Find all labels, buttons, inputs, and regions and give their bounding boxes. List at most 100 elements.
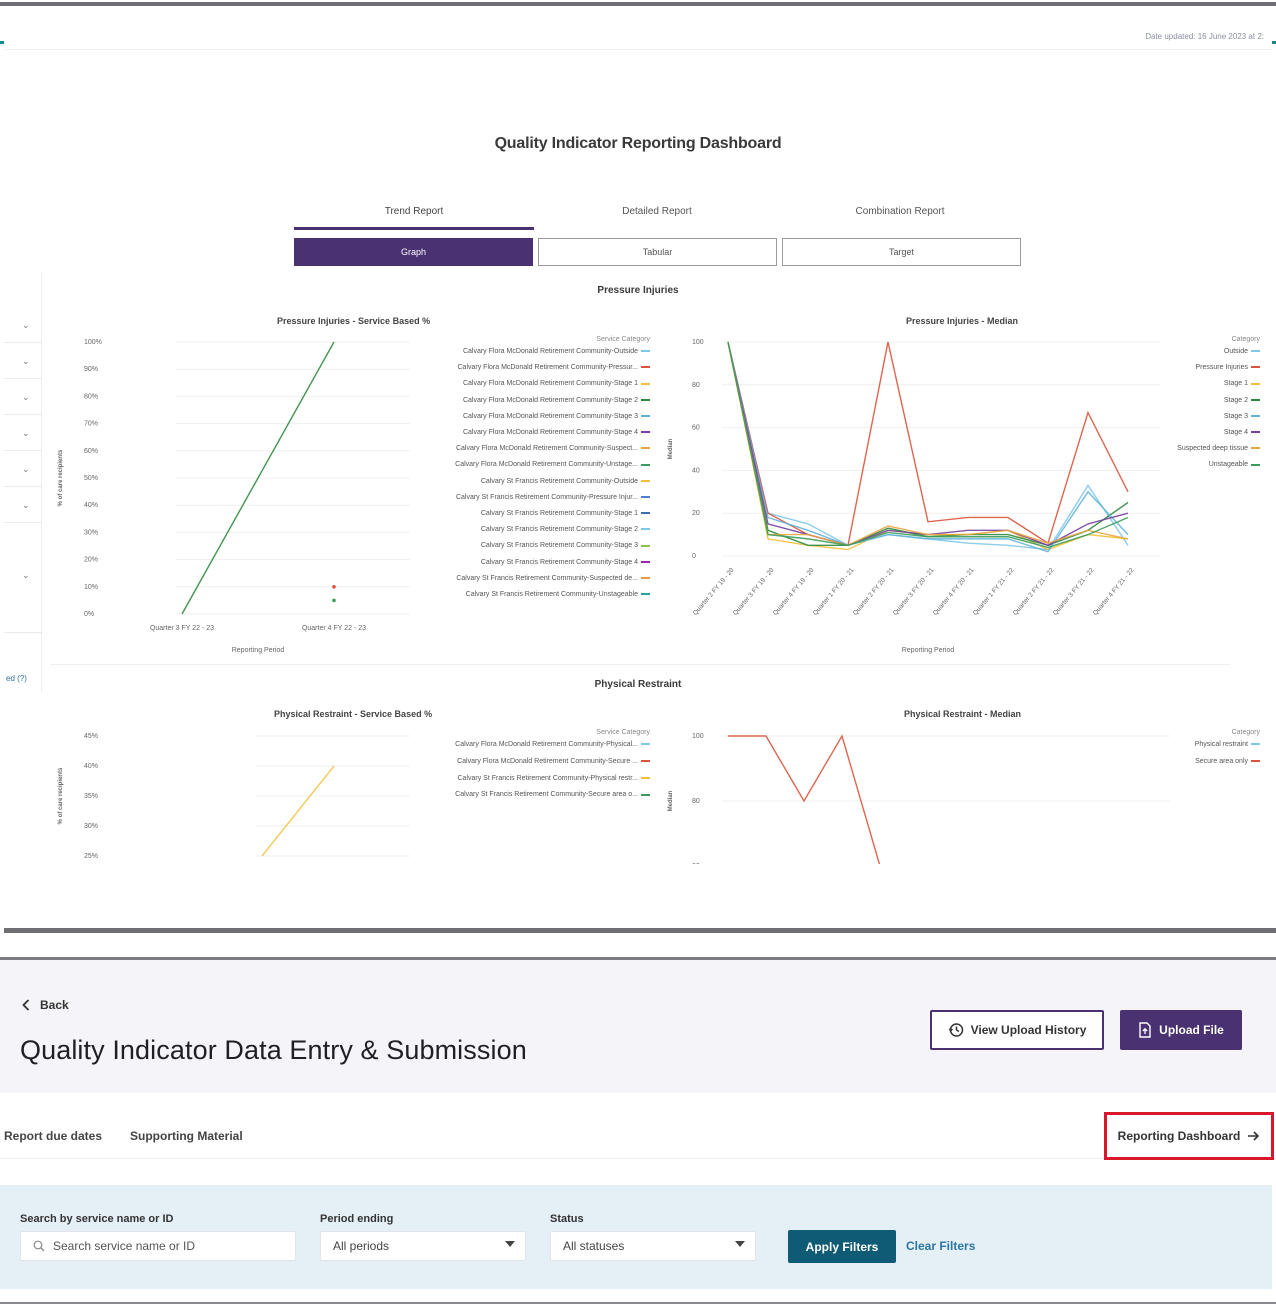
legend-label: Calvary St Francis Retirement Community-… bbox=[480, 526, 638, 534]
legend-item[interactable]: Suspected deep tissue bbox=[1177, 445, 1260, 452]
data-point bbox=[332, 598, 336, 603]
legend-item[interactable]: Calvary Flora McDonald Retirement Commun… bbox=[456, 445, 650, 452]
legend-item[interactable]: Calvary Flora McDonald Retirement Commun… bbox=[455, 461, 650, 468]
legend-item[interactable]: Calvary St Francis Retirement Community-… bbox=[481, 542, 650, 549]
toggle-tabular[interactable]: Tabular bbox=[538, 238, 777, 266]
legend-item[interactable]: Calvary Flora McDonald Retirement Commun… bbox=[463, 348, 650, 355]
divider bbox=[4, 378, 42, 379]
upload-file-button[interactable]: Upload File bbox=[1120, 1010, 1242, 1050]
caret-down-icon bbox=[735, 1241, 745, 1247]
tab-combination-report[interactable]: Combination Report bbox=[780, 200, 1020, 230]
legend-item[interactable]: Calvary Flora McDonald Retirement Commun… bbox=[463, 380, 650, 387]
legend-item[interactable]: Pressure Injuries bbox=[1195, 364, 1260, 371]
legend-item[interactable]: Stage 3 bbox=[1224, 413, 1260, 420]
chevron-down-icon[interactable]: ⌄ bbox=[22, 428, 30, 439]
legend-swatch bbox=[1251, 743, 1260, 746]
y-tick-label: 60% bbox=[84, 448, 98, 455]
tab-trend-report[interactable]: Trend Report bbox=[294, 200, 534, 230]
legend-item[interactable]: Calvary St Francis Retirement Community-… bbox=[456, 575, 650, 582]
chevron-down-icon[interactable]: ⌄ bbox=[22, 356, 30, 367]
reporting-dashboard-link[interactable]: Reporting Dashboard bbox=[1104, 1112, 1274, 1160]
legend-item[interactable]: Calvary Flora McDonald Retirement Commun… bbox=[463, 413, 650, 420]
legend-item[interactable]: Unstageable bbox=[1209, 461, 1260, 468]
toggle-graph[interactable]: Graph bbox=[294, 238, 533, 266]
series-line bbox=[727, 341, 1129, 547]
legend-label: Stage 2 bbox=[1223, 396, 1248, 404]
subnav-report-due-dates[interactable]: Report due dates bbox=[4, 1129, 102, 1143]
chevron-down-icon[interactable]: ⌄ bbox=[22, 320, 30, 331]
chevron-down-icon[interactable]: ⌄ bbox=[22, 570, 30, 581]
y-tick-label: 10% bbox=[84, 584, 98, 591]
y-axis-label: Median bbox=[668, 790, 674, 811]
subnav-supporting-material[interactable]: Supporting Material bbox=[130, 1129, 243, 1143]
legend-swatch bbox=[641, 382, 650, 385]
y-tick-label: 40% bbox=[84, 502, 98, 509]
legend-swatch bbox=[641, 793, 650, 796]
chart-title: Physical Restraint - Service Based % bbox=[274, 709, 433, 719]
chevron-down-icon[interactable]: ⌄ bbox=[22, 464, 30, 475]
legend-item[interactable]: Calvary St Francis Retirement Community-… bbox=[456, 494, 650, 501]
legend-item[interactable]: Calvary Flora McDonald Retirement Commun… bbox=[458, 364, 650, 371]
legend-swatch bbox=[641, 544, 650, 547]
legend-item[interactable]: Calvary Flora McDonald Retirement Commun… bbox=[463, 397, 650, 404]
legend-swatch bbox=[641, 512, 650, 515]
x-tick-label: Quarter 3 FY 21 - 22 bbox=[1052, 566, 1096, 616]
legend-label: Calvary St Francis Retirement Community-… bbox=[480, 477, 638, 485]
back-link[interactable]: Back bbox=[22, 998, 69, 1012]
legend-label: Calvary Flora McDonald Retirement Commun… bbox=[455, 461, 638, 469]
toggle-target[interactable]: Target bbox=[782, 238, 1021, 266]
back-label: Back bbox=[40, 998, 69, 1012]
legend-swatch bbox=[1251, 382, 1260, 385]
chevron-down-icon[interactable]: ⌄ bbox=[22, 392, 30, 403]
legend-item[interactable]: Stage 4 bbox=[1224, 429, 1260, 436]
data-entry-screenshot: Back Quality Indicator Data Entry & Subm… bbox=[0, 945, 1276, 1314]
apply-filters-button[interactable]: Apply Filters bbox=[788, 1230, 896, 1263]
legend-item[interactable]: Calvary St Francis Retirement Community-… bbox=[481, 510, 650, 517]
legend-item[interactable]: Calvary St Francis Retirement Community-… bbox=[458, 775, 650, 782]
view-upload-history-button[interactable]: View Upload History bbox=[930, 1010, 1104, 1050]
legend-label: Stage 3 bbox=[1223, 412, 1248, 420]
legend-title: Category bbox=[1231, 729, 1260, 736]
legend-item[interactable]: Calvary Flora McDonald Retirement Commun… bbox=[457, 758, 650, 765]
legend-item[interactable]: Calvary St Francis Retirement Community-… bbox=[481, 526, 650, 533]
legend-swatch bbox=[641, 431, 650, 434]
chevron-down-icon[interactable]: ⌄ bbox=[22, 500, 30, 511]
legend-title: Service Category bbox=[596, 336, 650, 343]
chart-pressure-service-based: 100% 90% 80% 70% 60% 50% 40% 30% 20% 10% 0% % of ca… bbox=[58, 339, 410, 654]
period-select[interactable]: All periods bbox=[320, 1231, 526, 1261]
y-tick-label: 40% bbox=[84, 763, 98, 770]
clear-filters-link[interactable]: Clear Filters bbox=[906, 1239, 975, 1253]
legend-item[interactable]: Calvary St Francis Retirement Community-… bbox=[455, 791, 650, 798]
y-tick-label: 100% bbox=[84, 339, 102, 346]
legend-item[interactable]: Stage 1 bbox=[1224, 380, 1260, 387]
legend-item[interactable]: Calvary St Francis Retirement Community-… bbox=[466, 591, 650, 598]
legend-item[interactable]: Physical restraint bbox=[1195, 741, 1260, 748]
y-tick-label: 60 bbox=[692, 863, 700, 864]
chart-restraint-service-based: 45% 40% 35% 30% 25% % of care recipients bbox=[58, 733, 410, 860]
legend-swatch bbox=[1251, 366, 1260, 369]
legend-item[interactable]: Calvary St Francis Retirement Community-… bbox=[481, 478, 650, 485]
period-label: Period ending bbox=[320, 1213, 394, 1225]
x-tick-label: Quarter 1 FY 21 - 22 bbox=[972, 566, 1016, 616]
legend-swatch bbox=[641, 463, 650, 466]
legend-label: Calvary St Francis Retirement Community-… bbox=[480, 558, 638, 566]
tab-detailed-report[interactable]: Detailed Report bbox=[537, 200, 777, 230]
x-axis-label: Reporting Period bbox=[232, 647, 285, 654]
legend-item[interactable]: Calvary Flora McDonald Retirement Commun… bbox=[463, 429, 650, 436]
legend-swatch bbox=[641, 479, 650, 482]
legend-item[interactable]: Outside bbox=[1224, 348, 1260, 355]
legend-item[interactable]: Calvary St Francis Retirement Community-… bbox=[481, 559, 650, 566]
legend-title: Category bbox=[1231, 336, 1260, 343]
legend-item[interactable]: Calvary Flora McDonald Retirement Commun… bbox=[455, 741, 650, 748]
divider bbox=[50, 664, 1230, 665]
file-upload-icon bbox=[1139, 1022, 1151, 1038]
search-input[interactable]: Search service name or ID bbox=[20, 1231, 296, 1261]
legend-item[interactable]: Stage 2 bbox=[1224, 397, 1260, 404]
legend-item[interactable]: Secure area only bbox=[1195, 758, 1260, 765]
legend-swatch bbox=[641, 447, 650, 450]
button-label: View Upload History bbox=[970, 1023, 1087, 1037]
y-tick-label: 100 bbox=[692, 339, 704, 346]
status-select[interactable]: All statuses bbox=[550, 1231, 756, 1261]
legend-label: Calvary St Francis Retirement Community-… bbox=[480, 510, 638, 517]
legend-label: Calvary Flora McDonald Retirement Commun… bbox=[455, 445, 638, 453]
